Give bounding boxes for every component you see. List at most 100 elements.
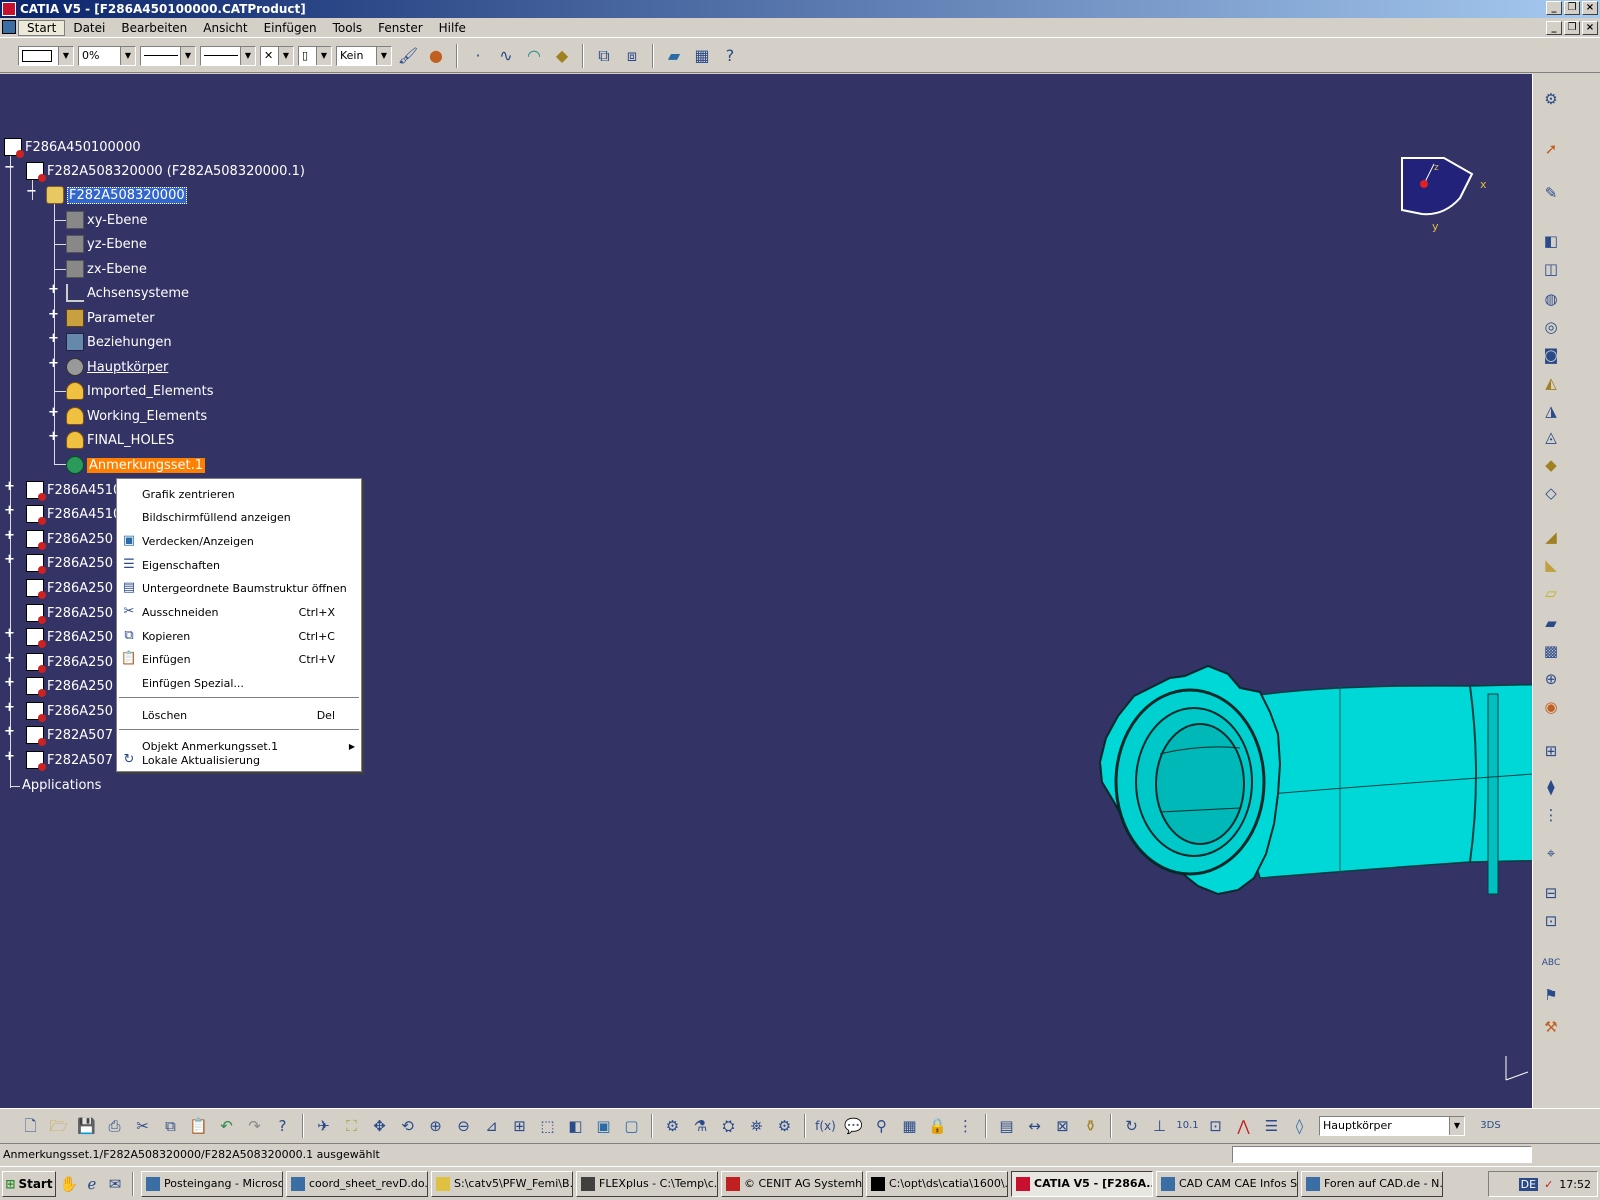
quicklaunch-icon[interactable]: ✋: [59, 1172, 79, 1196]
menu-item-copy[interactable]: ⧉ Kopieren Ctrl+C: [117, 625, 361, 647]
expand-icon[interactable]: +: [4, 676, 15, 689]
restore-button[interactable]: ❐: [1564, 1, 1580, 15]
cut-scissors-icon[interactable]: ✂: [130, 1114, 155, 1138]
expand-icon[interactable]: +: [4, 480, 15, 493]
menu-bearbeiten[interactable]: Bearbeiten: [113, 21, 195, 35]
tree-node-axis-systems[interactable]: Achsensysteme: [66, 282, 189, 304]
body-selector-combo[interactable]: Hauptkörper ▼: [1319, 1115, 1465, 1136]
thread-icon[interactable]: ▩: [1539, 640, 1563, 662]
collapse-icon[interactable]: −: [4, 161, 15, 174]
whats-this-icon[interactable]: ?: [270, 1114, 295, 1138]
lock-icon[interactable]: 🔒: [925, 1114, 950, 1138]
grid-pattern-icon[interactable]: ⋮: [1539, 804, 1563, 826]
expand-icon[interactable]: +: [48, 332, 59, 345]
menu-ansicht[interactable]: Ansicht: [195, 21, 255, 35]
tree-node-parameters[interactable]: Parameter: [66, 307, 155, 329]
tree-node-sibling[interactable]: F286A250: [26, 700, 113, 722]
expand-icon[interactable]: +: [48, 283, 59, 296]
comment-icon[interactable]: 💬: [841, 1114, 866, 1138]
menu-item-cut[interactable]: ✂ Ausschneiden Ctrl+X: [117, 601, 361, 623]
split-icon[interactable]: ⊡: [1539, 910, 1563, 932]
menu-einfuegen[interactable]: Einfügen: [256, 21, 325, 35]
copy-icon[interactable]: ⧉: [158, 1114, 183, 1138]
menu-item-hide-show[interactable]: ▣ Verdecken/Anzeigen: [117, 530, 361, 552]
sketcher-icon[interactable]: ✎: [1539, 182, 1563, 204]
catalog-icon[interactable]: ⧉: [592, 44, 616, 68]
apply-material-icon[interactable]: ⚒: [1539, 1016, 1563, 1038]
expand-icon[interactable]: +: [4, 553, 15, 566]
3d-part-pipe[interactable]: [1090, 664, 1562, 924]
layer-combo[interactable]: Kein ▼: [336, 45, 392, 66]
tree-node-relations[interactable]: Beziehungen: [66, 331, 172, 353]
window-title-bar[interactable]: CATIA V5 - [F286A450100000.CATProduct] _…: [0, 0, 1600, 18]
multi-view-icon[interactable]: ⊞: [507, 1114, 532, 1138]
paste-icon[interactable]: 📋: [186, 1114, 211, 1138]
menu-start[interactable]: Start: [18, 19, 66, 36]
measure-item-icon[interactable]: ⊠: [1050, 1114, 1075, 1138]
catalog-icon[interactable]: ▤: [994, 1114, 1019, 1138]
tree-node-child-product[interactable]: F282A508320000 (F282A508320000.1): [26, 160, 305, 182]
render-style-icon[interactable]: ◧: [563, 1114, 588, 1138]
tree-node-sibling[interactable]: F286A250: [26, 626, 113, 648]
expand-icon[interactable]: +: [48, 308, 59, 321]
pad-icon[interactable]: ◧: [1539, 230, 1563, 252]
design-table-icon[interactable]: ⛯: [744, 1114, 769, 1138]
point-symbol-combo[interactable]: ✕ ▼: [260, 45, 294, 66]
boolean-icon[interactable]: ⊟: [1539, 882, 1563, 904]
define-in-work-object-icon[interactable]: ⋀: [1231, 1114, 1256, 1138]
knowledge-advisor-icon[interactable]: ⚙: [660, 1114, 685, 1138]
expand-icon[interactable]: +: [48, 357, 59, 370]
draft-icon[interactable]: ▱: [1539, 582, 1563, 604]
measure-between-icon[interactable]: ↔: [1022, 1114, 1047, 1138]
law-icon[interactable]: ⋮: [953, 1114, 978, 1138]
tree-node-sibling[interactable]: F286A250: [26, 552, 113, 574]
undo-icon[interactable]: ↶: [214, 1114, 239, 1138]
swap-visible-icon[interactable]: ▢: [619, 1114, 644, 1138]
groove-icon[interactable]: ◎: [1539, 316, 1563, 338]
shell-icon[interactable]: ▰: [1539, 612, 1563, 634]
tree-node-part[interactable]: F282A508320000: [46, 184, 187, 206]
doc-minimize-button[interactable]: _: [1546, 21, 1562, 35]
tree-node-yz-plane[interactable]: yz-Ebene: [66, 233, 147, 255]
menu-item-properties[interactable]: ☰ Eigenschaften: [117, 554, 361, 576]
plane-icon[interactable]: ◊: [1287, 1114, 1312, 1138]
plane-view-icon[interactable]: ▰: [662, 44, 686, 68]
save-icon[interactable]: 💾: [74, 1114, 99, 1138]
task-browser-cadcam[interactable]: CAD CAM CAE Infos S...: [1156, 1170, 1298, 1197]
tree-node-sibling[interactable]: F286A250: [26, 528, 113, 550]
new-file-icon[interactable]: 🗋: [18, 1114, 43, 1138]
fly-mode-icon[interactable]: ✈: [311, 1114, 336, 1138]
tree-node-sibling[interactable]: F286A250: [26, 651, 113, 673]
multi-view-icon[interactable]: ▦: [690, 44, 714, 68]
task-outlook[interactable]: Posteingang - Microso...: [141, 1170, 283, 1197]
tree-node-sibling[interactable]: F282A507: [26, 749, 113, 771]
parameter-icon[interactable]: ⚲: [869, 1114, 894, 1138]
task-word[interactable]: coord_sheet_revD.do...: [286, 1170, 428, 1197]
ie-icon[interactable]: ℯ: [82, 1172, 102, 1196]
outlook-icon[interactable]: ✉: [105, 1172, 125, 1196]
chamfer-icon[interactable]: ◣: [1539, 554, 1563, 576]
open-folder-icon[interactable]: 🗁: [46, 1114, 71, 1138]
transparency-combo[interactable]: 0% ▼: [78, 45, 136, 66]
tree-node-annotation-set[interactable]: Anmerkungsset.1: [66, 454, 206, 476]
shaft-icon[interactable]: ◍: [1539, 288, 1563, 310]
doc-restore-button[interactable]: ❐: [1564, 21, 1580, 35]
target-icon[interactable]: ⊕: [1539, 668, 1563, 690]
linewidth-combo[interactable]: ▼: [140, 45, 196, 66]
gear-icon[interactable]: ⚙: [1539, 88, 1563, 110]
whats-this-icon[interactable]: ?: [718, 44, 742, 68]
rendering-style-combo[interactable]: ▯ ▼: [298, 45, 332, 66]
task-cenit[interactable]: © CENIT AG Systemh...: [721, 1170, 863, 1197]
expand-icon[interactable]: +: [4, 725, 15, 738]
axis-system-icon[interactable]: ⊥: [1147, 1114, 1172, 1138]
menu-datei[interactable]: Datei: [65, 21, 113, 35]
redo-icon[interactable]: ↷: [242, 1114, 267, 1138]
select-arrow-icon[interactable]: ➚: [1539, 138, 1563, 160]
task-flexplus[interactable]: FLEXplus - C:\Temp\c...: [576, 1170, 718, 1197]
menu-fenster[interactable]: Fenster: [370, 21, 431, 35]
loft-icon[interactable]: ◆: [1539, 454, 1563, 476]
tree-node-sibling[interactable]: F286A4510: [26, 479, 121, 501]
tree-node-sibling[interactable]: F286A250: [26, 577, 113, 599]
expand-icon[interactable]: +: [4, 504, 15, 517]
tree-node-sibling[interactable]: F286A250: [26, 602, 113, 624]
